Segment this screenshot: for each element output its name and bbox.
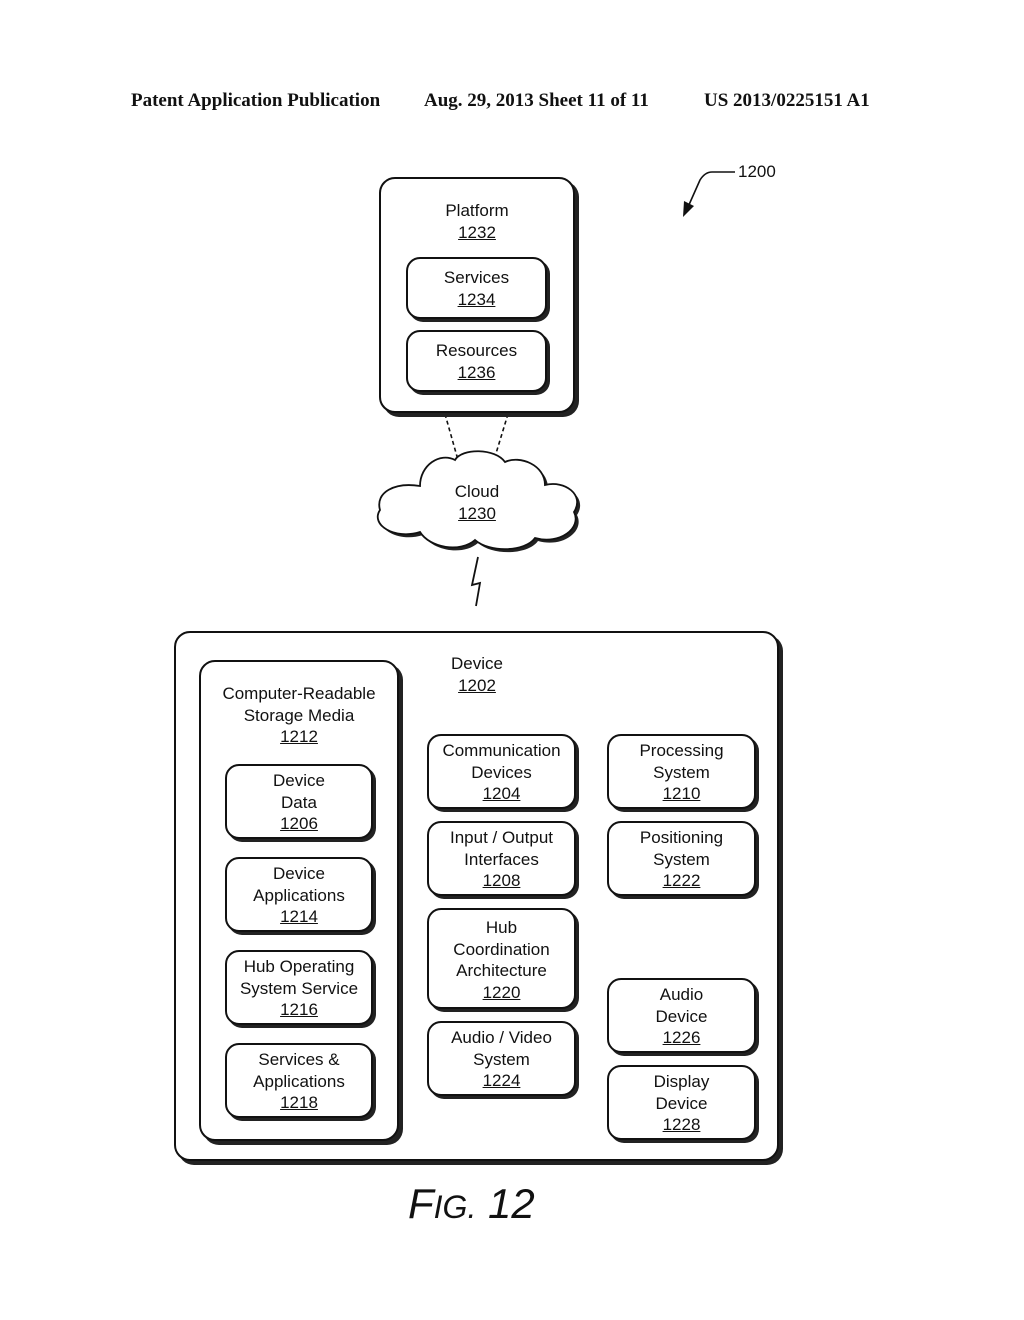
device-ref: 1202	[458, 675, 496, 695]
audio-device-label: Audio Device	[655, 985, 708, 1026]
resources-label: Resources	[435, 341, 518, 360]
hub-coordination-ref: 1220	[482, 982, 521, 1002]
figure-caption-small: IG.	[433, 1189, 477, 1225]
device-applications-ref: 1214	[280, 907, 318, 926]
hub-os-service-label: Hub Operating System Service	[239, 957, 359, 998]
cloud-label: Cloud	[454, 482, 500, 501]
device-data-ref: 1206	[280, 814, 318, 833]
figure-reference-number: 1200	[738, 162, 776, 181]
resources-ref: 1236	[457, 362, 496, 382]
services-ref: 1234	[457, 289, 496, 309]
services-applications-ref: 1218	[280, 1093, 318, 1112]
services-applications-box: Services & Applications 1218	[225, 1043, 373, 1118]
display-device-label: Display Device	[653, 1072, 710, 1113]
processing-system-label: Processing System	[639, 741, 724, 782]
io-interfaces-box: Input / Output Interfaces 1208	[427, 821, 576, 896]
communication-devices-box: Communication Devices 1204	[427, 734, 576, 809]
figure-caption-number: 12	[488, 1180, 535, 1227]
device-applications-box: Device Applications 1214	[225, 857, 373, 932]
figure-ref-leader-line	[687, 171, 735, 208]
platform-ref: 1232	[458, 222, 496, 242]
storage-media-ref: 1212	[280, 727, 318, 746]
platform-cloud-dashed-right	[493, 413, 509, 461]
communication-devices-ref: 1204	[482, 784, 521, 803]
device-data-box: Device Data 1206	[225, 764, 373, 839]
positioning-system-label: Positioning System	[639, 828, 724, 869]
platform-cloud-dashed-left	[444, 413, 459, 461]
display-device-ref: 1228	[662, 1115, 701, 1134]
processing-system-box: Processing System 1210	[607, 734, 756, 809]
hub-os-service-box: Hub Operating System Service 1216	[225, 950, 373, 1025]
audio-device-box: Audio Device 1226	[607, 978, 756, 1053]
processing-system-ref: 1210	[662, 784, 701, 803]
storage-media-label: Computer-Readable Storage Media	[222, 684, 376, 725]
device-label: Device	[451, 654, 503, 673]
hub-coordination-box: Hub Coordination Architecture 1220	[427, 908, 576, 1009]
display-device-box: Display Device 1228	[607, 1065, 756, 1140]
services-label: Services	[443, 268, 510, 287]
wireless-link-icon	[470, 556, 482, 607]
positioning-system-box: Positioning System 1222	[607, 821, 756, 896]
hub-coordination-label: Hub Coordination Architecture	[453, 918, 550, 980]
device-applications-label: Device Applications	[253, 864, 345, 905]
audio-device-ref: 1226	[662, 1028, 701, 1047]
audio-video-system-ref: 1224	[482, 1071, 521, 1090]
services-applications-label: Services & Applications	[253, 1050, 345, 1091]
audio-video-system-box: Audio / Video System 1224	[427, 1021, 576, 1096]
services-box: Services 1234	[406, 257, 547, 319]
figure-ref-arrowhead	[683, 201, 694, 217]
device-label-group: Device 1202	[430, 653, 524, 696]
io-interfaces-ref: 1208	[482, 871, 521, 890]
communication-devices-label: Communication Devices	[442, 741, 561, 782]
device-data-label: Device Data	[273, 771, 325, 812]
platform-label: Platform	[445, 201, 509, 220]
figure-caption-prefix: F	[408, 1180, 434, 1227]
audio-video-system-label: Audio / Video System	[451, 1028, 552, 1069]
hub-os-service-ref: 1216	[280, 1000, 318, 1019]
cloud-ref: 1230	[458, 503, 496, 523]
io-interfaces-label: Input / Output Interfaces	[449, 828, 553, 869]
figure-caption: FIG. 12	[408, 1180, 535, 1228]
resources-box: Resources 1236	[406, 330, 547, 392]
positioning-system-ref: 1222	[662, 871, 701, 890]
cloud-label-group: Cloud 1230	[420, 481, 534, 524]
